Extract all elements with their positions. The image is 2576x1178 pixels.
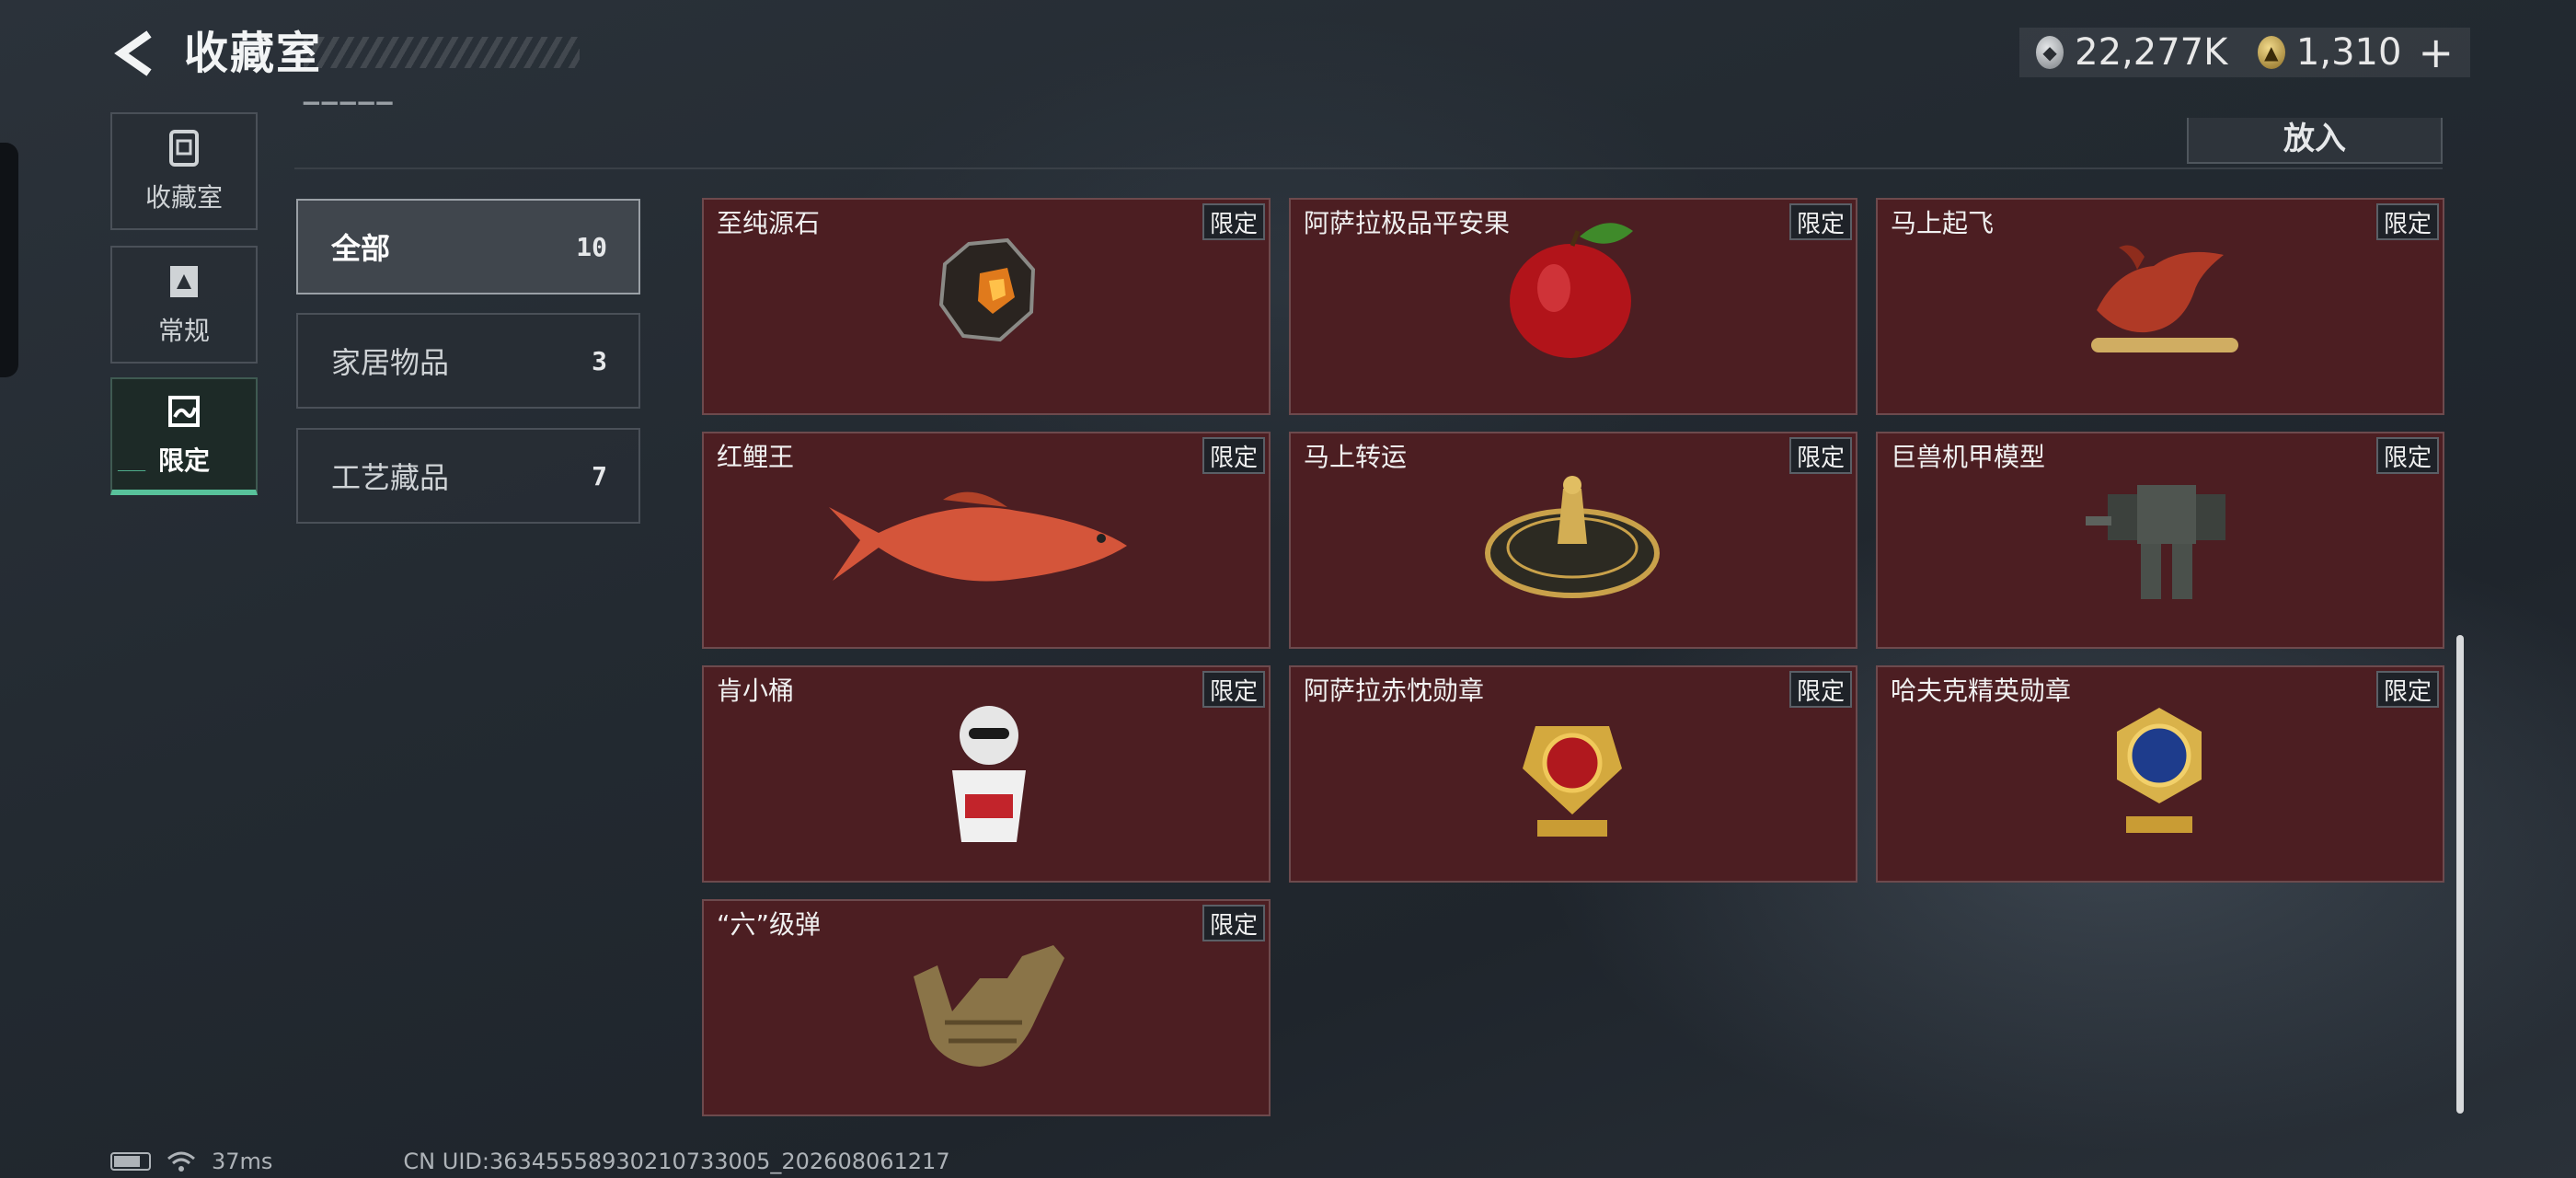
category-count: 3 <box>592 345 607 376</box>
category-crafts[interactable]: 工艺藏品 7 <box>296 428 640 524</box>
add-currency-button[interactable]: + <box>2418 28 2454 77</box>
item-card[interactable]: “六”级弹 限定 <box>702 899 1271 1116</box>
nav-label: 收藏室 <box>144 182 223 213</box>
back-arrow-icon <box>114 30 152 76</box>
regular-icon <box>170 266 198 297</box>
category-all[interactable]: 全部 10 <box>296 199 640 294</box>
item-name: 马上起飞 <box>1891 208 1995 238</box>
nav-label: 限定 <box>157 445 210 476</box>
status-bar: 37ms CN UID:36345558930210733005_2026080… <box>110 1149 950 1174</box>
item-card[interactable]: 至纯源石 限定 <box>702 198 1271 415</box>
limited-tag: 限定 <box>1202 905 1265 941</box>
item-card[interactable]: 马上转运 限定 <box>1289 432 1857 649</box>
silver-coin-icon: ◆ <box>2036 36 2064 69</box>
scrollbar[interactable] <box>2456 635 2464 1114</box>
item-name: 阿萨拉赤忱勋章 <box>1304 676 1485 706</box>
category-home-items[interactable]: 家居物品 3 <box>296 313 640 409</box>
limited-tag: 限定 <box>1789 671 1852 708</box>
item-name: 马上转运 <box>1304 442 1408 472</box>
nav-decoration: ───── <box>118 467 146 477</box>
item-name: 哈夫克精英勋章 <box>1891 676 2072 706</box>
item-name: “六”级弹 <box>717 909 822 940</box>
item-card[interactable]: 巨兽机甲模型 限定 <box>1876 432 2444 649</box>
limited-tag: 限定 <box>1202 437 1265 474</box>
limited-tag: 限定 <box>1202 203 1265 240</box>
page-title: 收藏室 <box>184 28 323 79</box>
item-name: 至纯源石 <box>717 208 821 238</box>
gold-currency-value: 1,310 <box>2295 31 2402 74</box>
silver-currency-value: 22,277K <box>2075 31 2228 74</box>
category-count: 10 <box>576 231 607 262</box>
limited-tag: 限定 <box>2376 671 2439 708</box>
battery-icon <box>110 1152 151 1171</box>
device-notch <box>0 143 18 377</box>
scrolled-header-fragment: ▔▔▔▔▔ <box>304 103 396 126</box>
limited-tag: 限定 <box>1789 437 1852 474</box>
category-label: 全部 <box>331 231 391 266</box>
limited-tag: 限定 <box>1789 203 1852 240</box>
item-name: 红鲤王 <box>717 442 795 472</box>
item-name: 阿萨拉极品平安果 <box>1304 208 1511 238</box>
list-divider <box>294 167 2443 169</box>
category-label: 工艺藏品 <box>331 460 450 495</box>
collection-icon <box>169 130 199 167</box>
item-card[interactable]: 肯小桶 限定 <box>702 665 1271 883</box>
wifi-icon <box>167 1151 195 1172</box>
item-name: 肯小桶 <box>717 676 795 706</box>
item-name: 巨兽机甲模型 <box>1891 442 2046 472</box>
item-card[interactable]: 红鲤王 限定 <box>702 432 1271 649</box>
category-label: 家居物品 <box>331 345 450 380</box>
item-card[interactable]: 马上起飞 限定 <box>1876 198 2444 415</box>
limited-tag: 限定 <box>2376 437 2439 474</box>
item-card[interactable]: 阿萨拉极品平安果 限定 <box>1289 198 1857 415</box>
category-count: 7 <box>592 460 607 491</box>
item-card[interactable]: 哈夫克精英勋章 限定 <box>1876 665 2444 883</box>
nav-collection[interactable]: 收藏室 <box>110 112 258 230</box>
item-card[interactable]: 阿萨拉赤忱勋章 限定 <box>1289 665 1857 883</box>
back-button[interactable] <box>109 26 160 81</box>
limited-tag: 限定 <box>2376 203 2439 240</box>
ping-value: 37ms <box>212 1149 273 1174</box>
title-decoration <box>304 37 580 68</box>
put-in-button[interactable]: 放入 <box>2187 118 2443 164</box>
gold-coin-icon: ▲ <box>2257 36 2285 69</box>
nav-label: 常规 <box>157 316 210 346</box>
uid-text: CN UID:36345558930210733005_202608061217 <box>403 1149 950 1174</box>
limited-tag: 限定 <box>1202 671 1265 708</box>
nav-regular[interactable]: 常规 <box>110 246 258 364</box>
nav-limited[interactable]: 限定 ───── <box>110 377 258 495</box>
currency-bar: ◆ 22,277K ▲ 1,310 + <box>2019 28 2470 77</box>
limited-icon <box>168 396 200 427</box>
